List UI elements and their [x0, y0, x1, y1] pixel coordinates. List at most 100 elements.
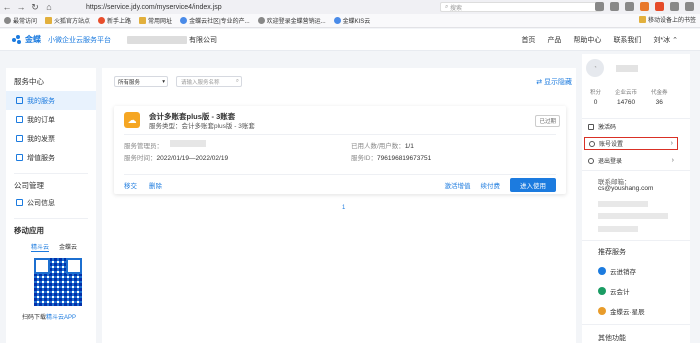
- chevron-right-icon: ›: [671, 157, 674, 164]
- services-icon: [16, 97, 23, 104]
- mobile-app-tabs: 精斗云 金蝶云: [31, 242, 96, 252]
- browser-search-input[interactable]: ⌕ 搜索: [440, 2, 602, 12]
- service-time: 服务时间：2022/01/19—2022/02/19: [124, 155, 229, 162]
- enter-service-button[interactable]: 进入使用: [510, 178, 556, 192]
- power-icon: [588, 157, 594, 164]
- folder-icon: [139, 17, 147, 24]
- browser-extension-icons: [595, 2, 694, 11]
- divider: [124, 174, 556, 175]
- sidebar-item-my-invoices[interactable]: 我的发票: [6, 129, 96, 148]
- menu-logout[interactable]: 退出登录 ›: [584, 154, 678, 167]
- divider: [582, 324, 690, 325]
- contact-email[interactable]: cs@youshang.com: [598, 185, 653, 192]
- extension-icon[interactable]: [640, 2, 649, 11]
- inventory-icon: [598, 267, 606, 275]
- service-search-input[interactable]: 请输入服务名称 ⌕: [176, 76, 242, 87]
- user-icon: [589, 140, 595, 147]
- stat-points: 积分 0: [590, 90, 602, 106]
- stat-vouchers: 代金券 36: [651, 90, 668, 106]
- platform-subtitle: 小微企业云服务平台: [48, 36, 111, 44]
- download-icon[interactable]: [595, 2, 604, 11]
- recommend-item-inventory[interactable]: 云进销存: [598, 266, 636, 276]
- tab-jingdouyun[interactable]: 精斗云: [31, 242, 50, 252]
- chevron-down-icon: ▾: [162, 78, 165, 85]
- recommend-item-xingchen[interactable]: 金蝶云·星辰: [598, 306, 645, 316]
- avatar: ◔: [586, 59, 604, 77]
- activate-addon-link[interactable]: 激活增值: [445, 180, 471, 190]
- bookmark-kingdee-community[interactable]: 金蝶云社区|专业的产...: [180, 16, 250, 25]
- transfer-link[interactable]: 移交: [124, 180, 137, 190]
- sidebar-section-title: 服务中心: [14, 77, 44, 86]
- company-name-redacted: [127, 35, 187, 44]
- bookmark-getting-started[interactable]: 新手上路: [98, 16, 131, 25]
- user-name: 刘*冰: [653, 37, 671, 44]
- key-icon: [588, 123, 594, 130]
- kingdee-icon: [333, 17, 341, 24]
- sidebar-section-title: 公司管理: [14, 181, 44, 190]
- sidebar-item-my-orders[interactable]: 我的订单: [6, 110, 96, 129]
- bookmarks-bar: 最常访问 火狐官方站点 新手上路 常用网址 金蝶云社区|专业的产... 欢迎登录…: [0, 14, 700, 28]
- brand-name: 金蝶: [25, 35, 41, 44]
- bookmark-most-visited[interactable]: 最常访问: [4, 16, 37, 25]
- home-icon[interactable]: ⌂: [42, 0, 56, 14]
- menu-account-settings[interactable]: 账号设置 ›: [584, 137, 678, 150]
- divider: [14, 218, 88, 219]
- search-icon: ⌕: [235, 78, 239, 84]
- search-placeholder: 搜索: [450, 5, 463, 12]
- nav-help[interactable]: 帮助中心: [573, 35, 601, 45]
- chevron-right-icon: ›: [670, 140, 673, 147]
- divider: [14, 173, 88, 174]
- show-hidden-link[interactable]: ⇄ 显示隐藏: [536, 77, 572, 87]
- sidebar-icon[interactable]: [625, 2, 634, 11]
- sidebar-item-value-added[interactable]: 增值服务: [6, 148, 96, 167]
- mobile-bookmarks[interactable]: 移动设备上的书签: [638, 15, 696, 24]
- reload-icon[interactable]: ↻: [28, 0, 42, 14]
- status-badge: 已过期: [535, 115, 560, 127]
- bookmark-kingdee-login[interactable]: 欢迎登录金蝶营销运...: [257, 16, 326, 25]
- sidebar: 服务中心 我的服务 我的订单 我的发票 增值服务 公司管理 公司信息 移动应用 …: [6, 68, 96, 343]
- browser-toolbar: ← → ↻ ⌂ https://service.jdy.com/myservic…: [0, 0, 700, 14]
- kingdee-logo-icon: [12, 34, 22, 45]
- extension-red-icon[interactable]: [655, 2, 664, 11]
- user-menu[interactable]: 刘*冰 ⌃: [653, 35, 678, 45]
- pagination-page[interactable]: 1: [342, 205, 345, 211]
- site-header: 金蝶 小微企业云服务平台 有限公司 首页 产品 帮助中心 联系我们 刘*冰 ⌃: [0, 29, 700, 51]
- user-dropdown-panel: ◔ 积分 0 企业云币 14760 代金券 36 激活码 账号设置 › 退出登录 › 联系…: [582, 54, 690, 343]
- gear-icon: [4, 17, 11, 24]
- library-icon[interactable]: [610, 2, 619, 11]
- divider: [582, 170, 690, 171]
- nav-products[interactable]: 产品: [547, 35, 561, 45]
- tab-kingdee-cloud[interactable]: 金蝶云: [59, 242, 77, 252]
- address-bar[interactable]: https://service.jdy.com/myservice4/index…: [86, 4, 222, 11]
- back-icon[interactable]: ←: [0, 0, 14, 14]
- cloud-accounting-icon: ☁: [124, 112, 140, 128]
- account-icon[interactable]: [670, 2, 679, 11]
- delete-link[interactable]: 删除: [149, 180, 162, 190]
- divider: [582, 118, 690, 119]
- recommend-item-accounting[interactable]: 云会计: [598, 286, 630, 296]
- bookmark-common[interactable]: 常用网址: [139, 16, 172, 25]
- qr-code: [34, 258, 82, 306]
- bookmark-kis[interactable]: 金蝶KIS云: [333, 16, 370, 25]
- logo[interactable]: 金蝶 小微企业云服务平台: [12, 34, 111, 45]
- stat-cloud-coins: 企业云币 14760: [615, 90, 638, 106]
- sidebar-item-company-info[interactable]: 公司信息: [6, 193, 96, 212]
- sidebar-item-my-services[interactable]: 我的服务: [6, 91, 96, 110]
- forward-icon[interactable]: →: [14, 0, 28, 14]
- renew-link[interactable]: 续付费: [481, 180, 501, 190]
- redacted-line: [598, 226, 638, 232]
- app-link[interactable]: 精斗云APP: [46, 315, 76, 321]
- admin-redacted: [170, 140, 206, 147]
- redacted-line: [598, 213, 668, 219]
- bookmark-firefox[interactable]: 火狐官方站点: [45, 16, 90, 25]
- card-actions-left: 移交 删除: [124, 180, 162, 190]
- menu-activation-code[interactable]: 激活码: [584, 120, 678, 133]
- other-functions-title: 其他功能: [598, 335, 626, 342]
- nav-home[interactable]: 首页: [521, 35, 535, 45]
- card-actions-right: 激活增值 续付费 进入使用: [445, 178, 556, 192]
- service-filter-select[interactable]: 所有服务 ▾: [114, 76, 168, 87]
- nav-contact[interactable]: 联系我们: [613, 35, 641, 45]
- menu-icon[interactable]: [685, 2, 694, 11]
- link-icon: ⇄: [536, 79, 544, 86]
- account-stats: 积分 0 企业云币 14760 代金券 36: [590, 88, 668, 106]
